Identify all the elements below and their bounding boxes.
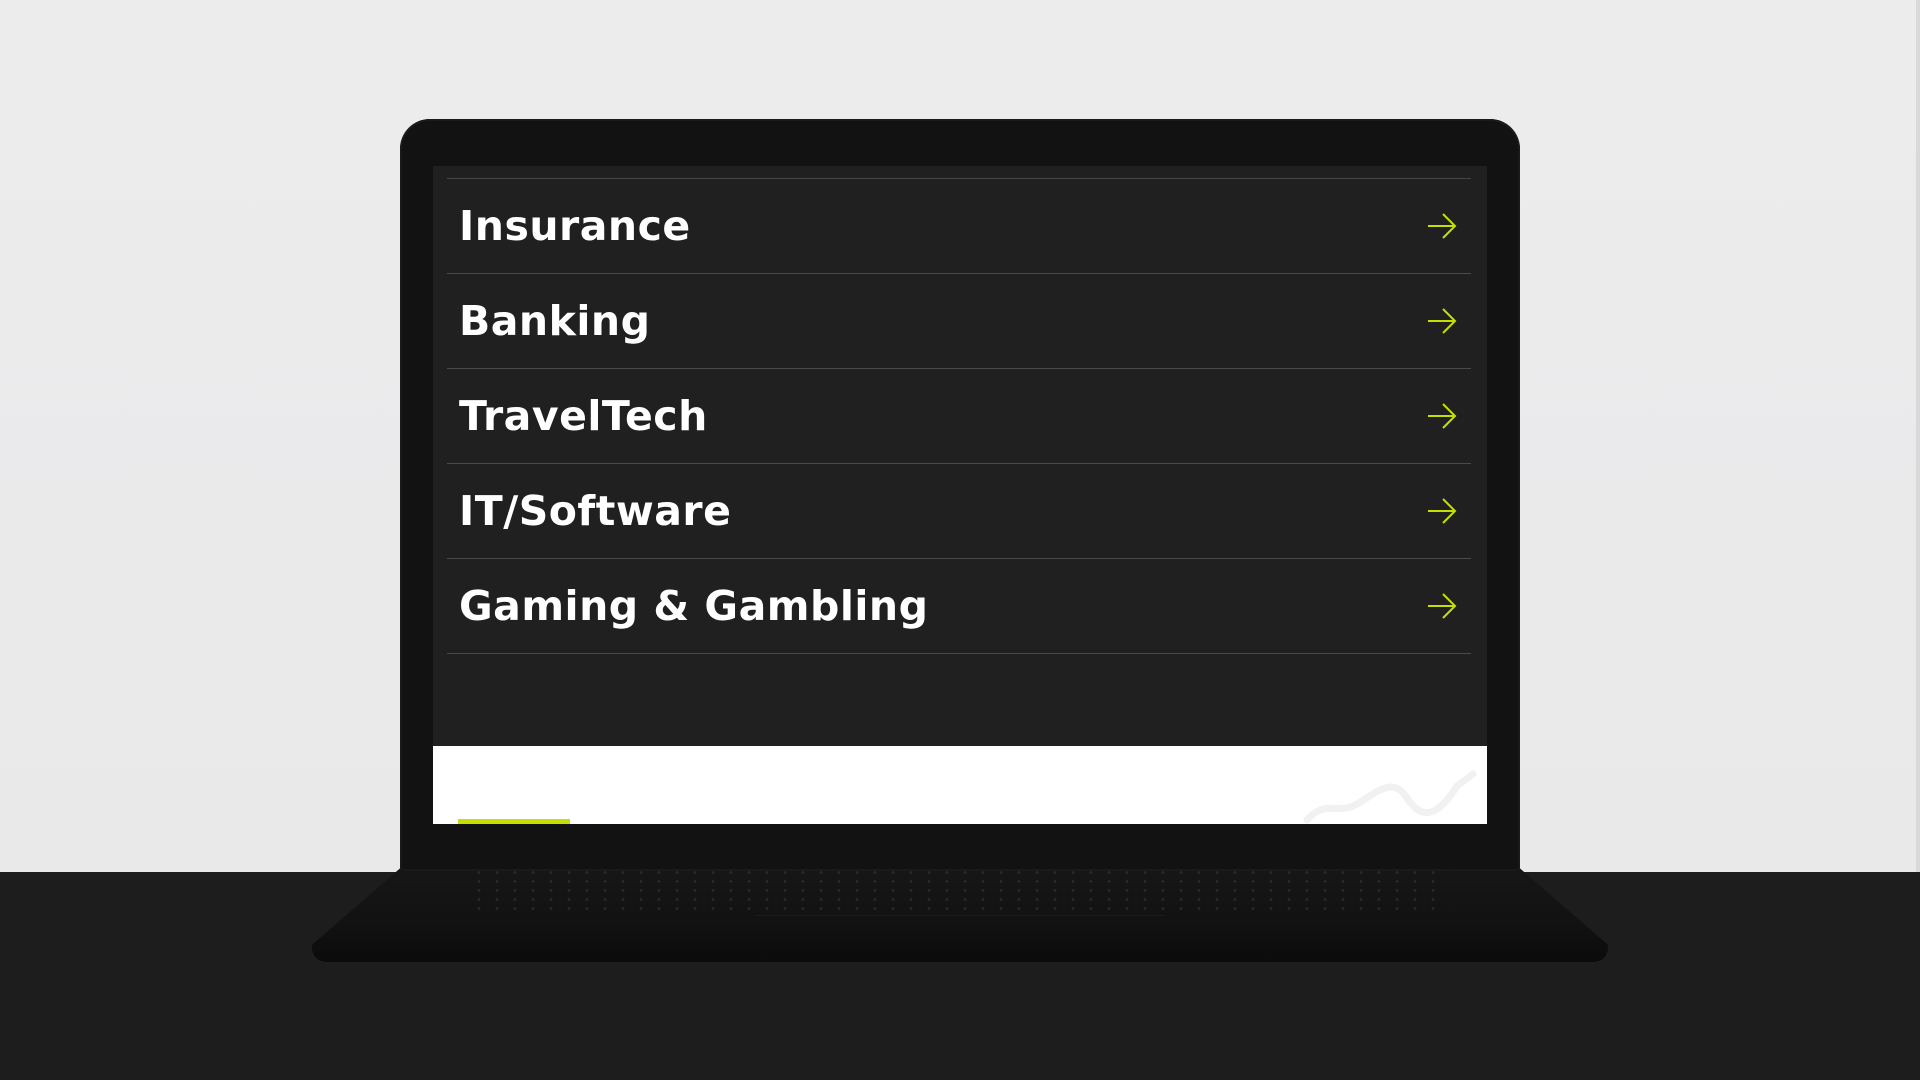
laptop-screen: Insurance Banking TravelTech IT/Software <box>433 166 1487 824</box>
arrow-right-icon[interactable] <box>1425 494 1459 528</box>
arrow-right-icon[interactable] <box>1425 589 1459 623</box>
menu-item-label: TravelTech <box>459 392 708 440</box>
wall-edge <box>1916 0 1920 872</box>
arrow-right-icon[interactable] <box>1425 209 1459 243</box>
arrow-right-icon[interactable] <box>1425 304 1459 338</box>
menu-item-label: IT/Software <box>459 487 732 535</box>
arrow-right-icon[interactable] <box>1425 399 1459 433</box>
menu-item-traveltech[interactable]: TravelTech <box>447 369 1471 464</box>
decorative-script-stroke <box>1303 770 1477 824</box>
menu-item-label: Gaming & Gambling <box>459 582 929 630</box>
scene: Insurance Banking TravelTech IT/Software <box>0 0 1920 1080</box>
menu-item-gaming-gambling[interactable]: Gaming & Gambling <box>447 559 1471 654</box>
menu-item-insurance[interactable]: Insurance <box>447 179 1471 274</box>
menu-item-it-software[interactable]: IT/Software <box>447 464 1471 559</box>
laptop-trackpad <box>756 915 1164 946</box>
menu-item-label: Insurance <box>459 202 691 250</box>
accent-underline <box>458 819 570 824</box>
menu-item-banking[interactable]: Banking <box>447 274 1471 369</box>
industry-menu: Insurance Banking TravelTech IT/Software <box>447 178 1471 654</box>
menu-item-label: Banking <box>459 297 651 345</box>
laptop-keyboard <box>470 868 1450 912</box>
